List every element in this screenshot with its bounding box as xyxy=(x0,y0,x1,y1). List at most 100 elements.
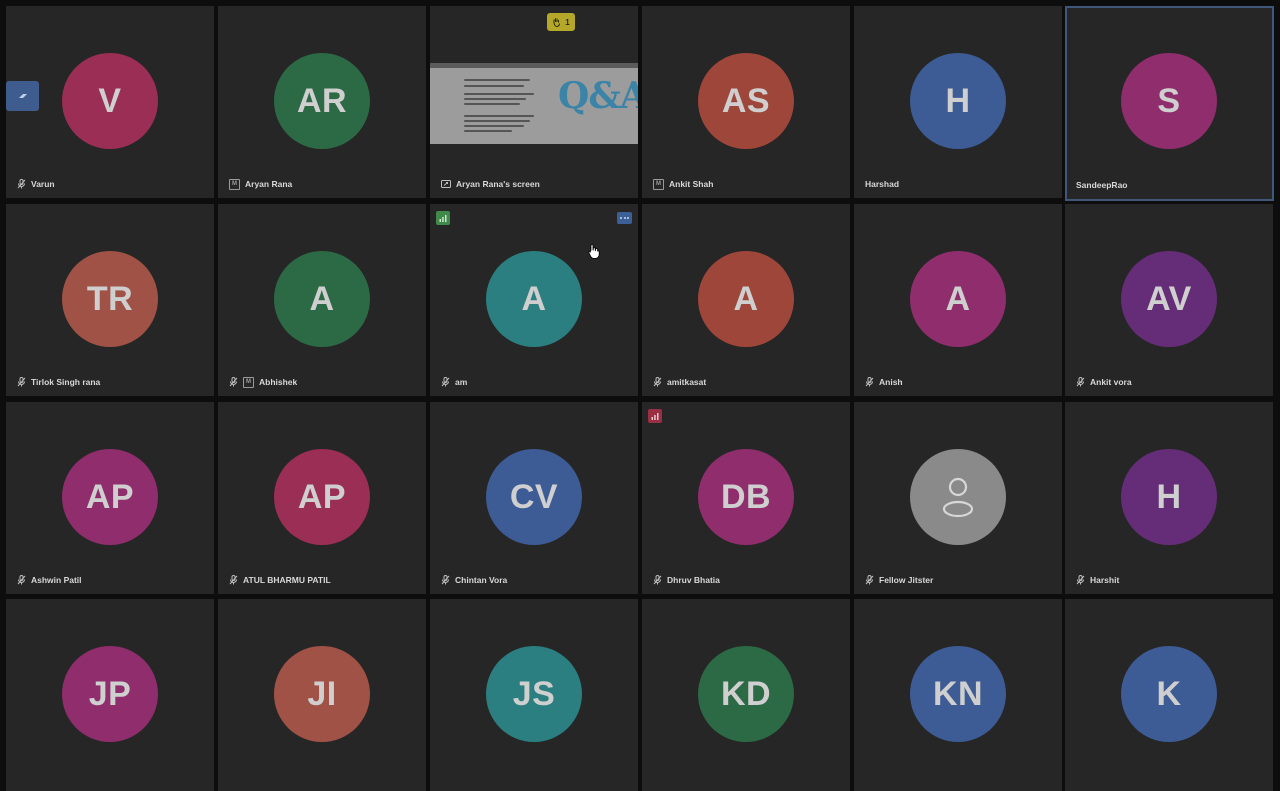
participant-tile[interactable]: AR M Aryan Rana xyxy=(218,6,426,198)
avatar: AP xyxy=(62,449,158,545)
name-label-bar: SandeepRao xyxy=(1076,178,1128,192)
participant-tile[interactable]: A M Abhishek xyxy=(218,204,426,396)
participant-tile[interactable]: CV Chintan Vora xyxy=(430,402,638,594)
mouse-cursor-icon xyxy=(588,244,600,259)
mic-muted-icon xyxy=(229,377,238,387)
name-label-bar: Ashwin Patil xyxy=(17,573,82,587)
participant-name: Varun xyxy=(31,179,55,189)
moderator-icon: M xyxy=(229,178,240,190)
name-label-bar: am xyxy=(441,375,467,389)
participant-tile[interactable]: AV Ankit vora xyxy=(1065,204,1273,396)
name-label-bar: Harshit xyxy=(1076,573,1119,587)
name-label-bar: Tirlok Singh rana xyxy=(17,375,100,389)
mic-muted-icon xyxy=(441,575,450,585)
name-label-bar: Chintan Vora xyxy=(441,573,507,587)
avatar: DB xyxy=(698,449,794,545)
participant-name: Anish xyxy=(879,377,903,387)
participant-tile[interactable]: H Harshad xyxy=(854,6,1062,198)
mic-muted-icon xyxy=(1076,575,1085,585)
participant-name: Ankit Shah xyxy=(669,179,714,189)
avatar: A xyxy=(486,251,582,347)
mic-muted-icon xyxy=(865,575,874,585)
name-label-bar: Varun xyxy=(17,177,55,191)
avatar: V xyxy=(62,53,158,149)
avatar-placeholder xyxy=(910,449,1006,545)
avatar: AR xyxy=(274,53,370,149)
participant-tile[interactable]: KD xyxy=(642,599,850,791)
raised-hand-badge: 1 xyxy=(547,13,575,31)
participant-tile[interactable]: JI xyxy=(218,599,426,791)
avatar: JP xyxy=(62,646,158,742)
participant-tile[interactable]: AP ATUL BHARMU PATIL xyxy=(218,402,426,594)
participant-tile[interactable]: A am xyxy=(430,204,638,396)
participant-tile[interactable]: JS xyxy=(430,599,638,791)
avatar: K xyxy=(1121,646,1217,742)
name-label-bar: Dhruv Bhatia xyxy=(653,573,720,587)
shared-screen-preview[interactable]: Q&A xyxy=(430,63,638,144)
moderator-icon: M xyxy=(653,178,664,190)
name-label-bar: Anish xyxy=(865,375,903,389)
avatar: AS xyxy=(698,53,794,149)
qa-graphic: Q&A xyxy=(558,75,638,117)
user-icon xyxy=(942,477,974,518)
avatar: TR xyxy=(62,251,158,347)
participant-grid: V Varun AR M Aryan Rana 1 Q&A Aryan Rana… xyxy=(0,0,1280,791)
participant-tile[interactable]: H Harshit xyxy=(1065,402,1273,594)
connection-good-icon[interactable] xyxy=(436,211,450,225)
side-app-button[interactable] xyxy=(6,81,39,111)
name-label-bar: ATUL BHARMU PATIL xyxy=(229,573,331,587)
mic-muted-icon xyxy=(17,179,26,189)
participant-tile[interactable]: AP Ashwin Patil xyxy=(6,402,214,594)
mic-muted-icon xyxy=(865,377,874,387)
hand-icon xyxy=(553,18,561,27)
mic-muted-icon xyxy=(653,575,662,585)
participant-name: Tirlok Singh rana xyxy=(31,377,101,387)
participant-name: ATUL BHARMU PATIL xyxy=(243,575,331,585)
connection-poor-icon[interactable] xyxy=(648,409,662,423)
avatar: H xyxy=(1121,449,1217,545)
mic-muted-icon xyxy=(441,377,450,387)
participant-tile[interactable]: DB Dhruv Bhatia xyxy=(642,402,850,594)
avatar: A xyxy=(274,251,370,347)
avatar: CV xyxy=(486,449,582,545)
participant-name: Chintan Vora xyxy=(455,575,508,585)
participant-name: Ankit vora xyxy=(1090,377,1132,387)
mic-muted-icon xyxy=(17,575,26,585)
participant-name: Harshit xyxy=(1090,575,1120,585)
participant-tile[interactable]: Fellow Jitster xyxy=(854,402,1062,594)
participant-name: SandeepRao xyxy=(1076,180,1128,190)
name-label-bar: M Ankit Shah xyxy=(653,177,713,191)
participant-tile-active-speaker[interactable]: S SandeepRao xyxy=(1065,6,1274,201)
participant-name: amitkasat xyxy=(667,377,707,387)
avatar: H xyxy=(910,53,1006,149)
avatar: KN xyxy=(910,646,1006,742)
participant-name: Aryan Rana xyxy=(245,179,293,189)
participant-tile[interactable]: KN xyxy=(854,599,1062,791)
avatar: A xyxy=(698,251,794,347)
more-options-button[interactable] xyxy=(617,212,632,224)
mic-muted-icon xyxy=(1076,377,1085,387)
participant-tile[interactable]: A amitkasat xyxy=(642,204,850,396)
name-label-bar: Harshad xyxy=(865,177,899,191)
participant-name: Harshad xyxy=(865,179,900,189)
participant-tile[interactable]: A Anish xyxy=(854,204,1062,396)
participant-tile[interactable]: AS M Ankit Shah xyxy=(642,6,850,198)
avatar: A xyxy=(910,251,1006,347)
participant-tile[interactable]: JP xyxy=(6,599,214,791)
name-label-bar: amitkasat xyxy=(653,375,706,389)
screen-share-tile[interactable]: 1 Q&A Aryan Rana's screen xyxy=(430,6,638,198)
mic-muted-icon xyxy=(17,377,26,387)
screen-share-icon xyxy=(441,179,451,188)
mic-muted-icon xyxy=(653,377,662,387)
participant-tile[interactable]: K xyxy=(1065,599,1273,791)
participant-tile[interactable]: TR Tirlok Singh rana xyxy=(6,204,214,396)
participant-name: Ashwin Patil xyxy=(31,575,82,585)
name-label-bar: Aryan Rana's screen xyxy=(441,177,540,191)
avatar: AP xyxy=(274,449,370,545)
participant-name: Dhruv Bhatia xyxy=(667,575,720,585)
participant-name: Abhishek xyxy=(259,377,298,387)
avatar: AV xyxy=(1121,251,1217,347)
participant-name: am xyxy=(455,377,468,387)
avatar: JS xyxy=(486,646,582,742)
name-label-bar: Ankit vora xyxy=(1076,375,1132,389)
